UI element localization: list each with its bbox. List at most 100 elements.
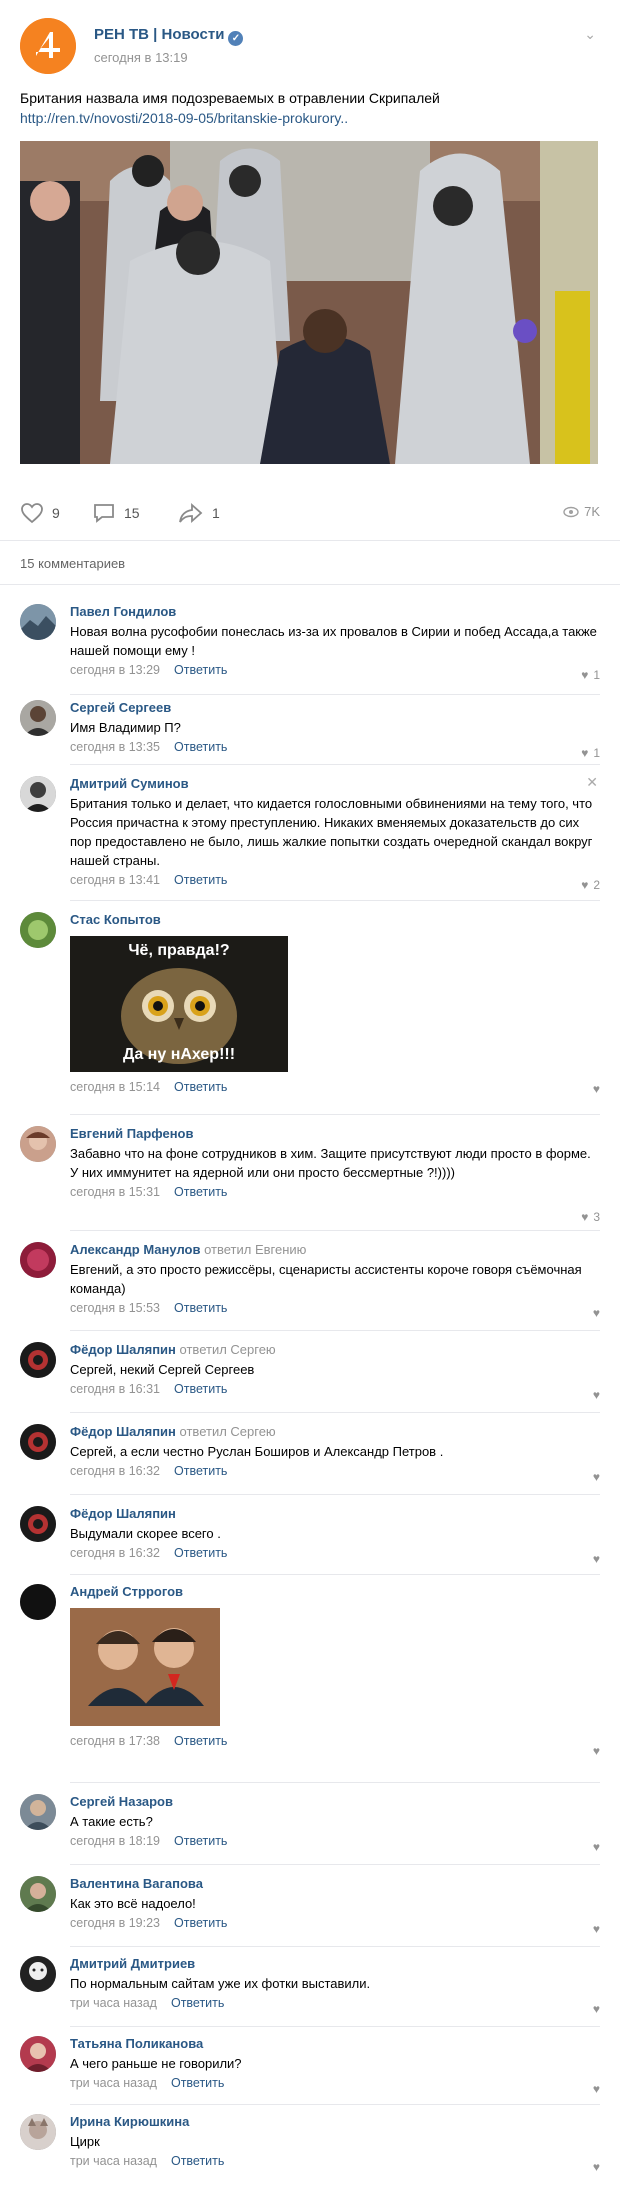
comment-time[interactable]: сегодня в 16:31 — [70, 1382, 160, 1396]
comment-time[interactable]: сегодня в 19:23 — [70, 1916, 160, 1930]
avatar[interactable] — [20, 700, 56, 736]
reply-button[interactable]: Ответить — [174, 1464, 227, 1478]
comment-like-button[interactable]: ♥ — [593, 1922, 600, 1936]
author-name[interactable]: Татьяна Поликанова — [70, 2036, 203, 2051]
reply-button[interactable]: Ответить — [171, 2154, 224, 2168]
reply-button[interactable]: Ответить — [174, 1546, 227, 1560]
avatar[interactable] — [20, 1956, 56, 1992]
reply-button[interactable]: Ответить — [174, 1080, 227, 1094]
reply-to-label[interactable]: ответил Сергею — [180, 1424, 276, 1439]
post-time[interactable]: сегодня в 13:19 — [94, 50, 188, 65]
comment-author[interactable]: Сергей Сергеев — [70, 700, 600, 716]
author-name[interactable]: Ирина Кирюшкина — [70, 2114, 189, 2129]
avatar[interactable] — [20, 912, 56, 948]
avatar[interactable] — [20, 776, 56, 812]
post-author-name[interactable]: РЕН ТВ | Новости ✓ — [94, 26, 244, 46]
comment-author[interactable]: Фёдор Шаляпин ответил Сергею — [70, 1342, 600, 1358]
reply-button[interactable]: Ответить — [174, 1301, 227, 1315]
avatar[interactable] — [20, 1424, 56, 1460]
like-button[interactable]: 9 — [20, 502, 60, 524]
avatar[interactable] — [20, 1242, 56, 1278]
comment-like-button[interactable]: ♥ 1 — [581, 668, 600, 682]
comment-author[interactable]: Ирина Кирюшкина — [70, 2114, 600, 2130]
author-name[interactable]: Валентина Вагапова — [70, 1876, 203, 1891]
avatar[interactable] — [20, 1584, 56, 1620]
comment-like-button[interactable]: ♥ 2 — [581, 878, 600, 892]
reply-button[interactable]: Ответить — [171, 1996, 224, 2010]
comment-like-button[interactable]: ♥ — [593, 1082, 600, 1096]
comment-like-button[interactable]: ♥ — [593, 1470, 600, 1484]
comment-author[interactable]: Павел Гондилов — [70, 604, 600, 620]
comment-author[interactable]: Дмитрий Дмитриев — [70, 1956, 600, 1972]
owl-meme-image[interactable]: Чё, правда!? Да ну нАхер!!! — [70, 936, 288, 1072]
author-name[interactable]: Дмитрий Суминов — [70, 776, 189, 791]
comment-time[interactable]: сегодня в 15:14 — [70, 1080, 160, 1094]
comment-author[interactable]: Андрей Стррогов — [70, 1584, 600, 1600]
avatar[interactable] — [20, 1342, 56, 1378]
comment-time[interactable]: сегодня в 15:31 — [70, 1185, 160, 1199]
author-name[interactable]: Стас Копытов — [70, 912, 161, 927]
comment-time[interactable]: три часа назад — [70, 1996, 157, 2010]
comment-time[interactable]: сегодня в 13:35 — [70, 740, 160, 754]
author-name[interactable]: Александр Манулов — [70, 1242, 200, 1257]
author-name[interactable]: Андрей Стррогов — [70, 1584, 183, 1599]
comment-like-button[interactable]: ♥ — [593, 2002, 600, 2016]
comment-author[interactable]: Евгений Парфенов — [70, 1126, 600, 1142]
reply-button[interactable]: Ответить — [174, 1382, 227, 1396]
comment-like-button[interactable]: ♥ 1 — [581, 746, 600, 760]
comment-time[interactable]: сегодня в 15:53 — [70, 1301, 160, 1315]
reply-button[interactable]: Ответить — [171, 2076, 224, 2090]
close-icon[interactable]: ✕ — [586, 774, 598, 791]
comment-like-button[interactable]: ♥ — [593, 2160, 600, 2174]
reply-button[interactable]: Ответить — [174, 663, 227, 677]
comment-time[interactable]: три часа назад — [70, 2154, 157, 2168]
post-author-label[interactable]: РЕН ТВ | Новости — [94, 26, 224, 43]
comment-like-button[interactable]: ♥ — [593, 1306, 600, 1320]
comment-like-button[interactable]: ♥ — [593, 1840, 600, 1854]
comment-author[interactable]: Фёдор Шаляпин — [70, 1506, 600, 1522]
avatar[interactable] — [20, 1876, 56, 1912]
avatar[interactable] — [20, 1794, 56, 1830]
comment-time[interactable]: три часа назад — [70, 2076, 157, 2090]
avatar[interactable] — [20, 1126, 56, 1162]
reply-button[interactable]: Ответить — [174, 1734, 227, 1748]
comment-like-button[interactable]: ♥ — [593, 1552, 600, 1566]
comment-author[interactable]: Стас Копытов — [70, 912, 600, 928]
comment-like-button[interactable]: ♥ 3 — [581, 1210, 600, 1224]
comment-time[interactable]: сегодня в 16:32 — [70, 1464, 160, 1478]
reply-button[interactable]: Ответить — [174, 740, 227, 754]
comment-time[interactable]: сегодня в 18:19 — [70, 1834, 160, 1848]
author-name[interactable]: Евгений Парфенов — [70, 1126, 194, 1141]
reply-button[interactable]: Ответить — [174, 873, 227, 887]
reply-to-label[interactable]: ответил Сергею — [180, 1342, 276, 1357]
comment-like-button[interactable]: ♥ — [593, 2082, 600, 2096]
author-name[interactable]: Павел Гондилов — [70, 604, 176, 619]
reply-button[interactable]: Ответить — [174, 1834, 227, 1848]
author-name[interactable]: Фёдор Шаляпин — [70, 1424, 176, 1439]
avatar[interactable] — [20, 2114, 56, 2150]
author-name[interactable]: Фёдор Шаляпин — [70, 1342, 176, 1357]
share-button[interactable]: 1 — [178, 502, 220, 524]
comment-author[interactable]: Александр Манулов ответил Евгению — [70, 1242, 600, 1258]
post-link[interactable]: http://ren.tv/novosti/2018-09-05/britans… — [20, 110, 348, 126]
comment-author[interactable]: Татьяна Поликанова — [70, 2036, 600, 2052]
comment-author[interactable]: Валентина Вагапова — [70, 1876, 600, 1892]
avatar[interactable] — [20, 604, 56, 640]
comment-button[interactable]: 15 — [92, 502, 140, 524]
avatar[interactable] — [20, 1506, 56, 1542]
comment-time[interactable]: сегодня в 13:29 — [70, 663, 160, 677]
avatar[interactable] — [20, 2036, 56, 2072]
comment-time[interactable]: сегодня в 13:41 — [70, 873, 160, 887]
reply-button[interactable]: Ответить — [174, 1916, 227, 1930]
post-photo[interactable] — [20, 141, 598, 464]
reply-button[interactable]: Ответить — [174, 1185, 227, 1199]
comment-author[interactable]: Фёдор Шаляпин ответил Сергею — [70, 1424, 600, 1440]
author-name[interactable]: Сергей Назаров — [70, 1794, 173, 1809]
attached-photo[interactable] — [70, 1608, 220, 1726]
comment-like-button[interactable]: ♥ — [593, 1744, 600, 1758]
post-author-avatar[interactable] — [20, 18, 76, 74]
comment-time[interactable]: сегодня в 16:32 — [70, 1546, 160, 1560]
reply-to-label[interactable]: ответил Евгению — [204, 1242, 306, 1257]
comment-author[interactable]: Сергей Назаров — [70, 1794, 600, 1810]
comment-like-button[interactable]: ♥ — [593, 1388, 600, 1402]
